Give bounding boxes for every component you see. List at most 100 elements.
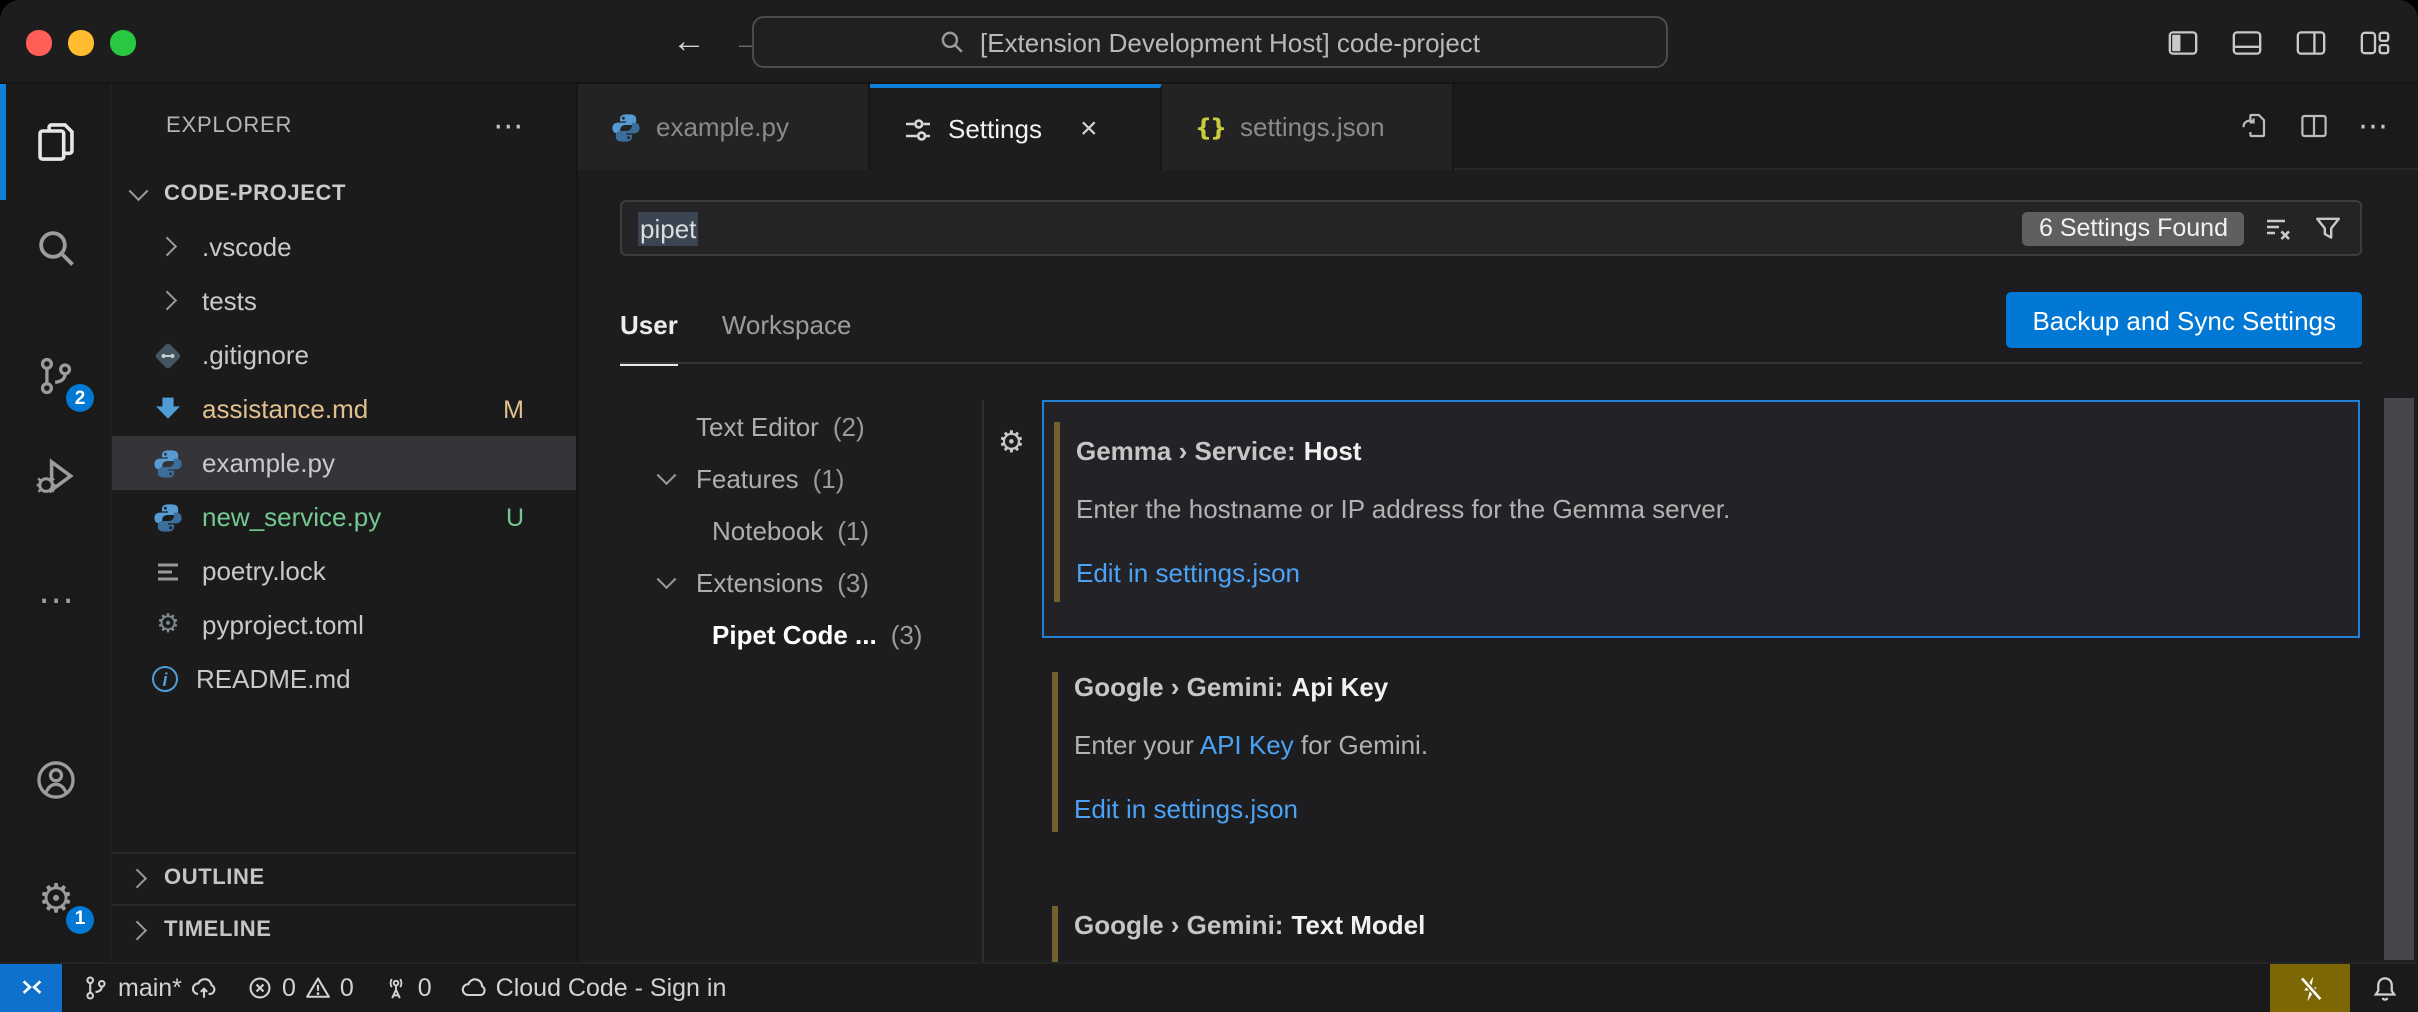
cloud-icon xyxy=(460,974,488,1002)
layout-panel-icon[interactable] xyxy=(2230,25,2264,59)
open-settings-json-icon[interactable] xyxy=(2238,110,2270,142)
chevron-down-icon xyxy=(124,179,152,207)
zoom-window-button[interactable] xyxy=(110,30,135,55)
setting-title: Gemma › Service:Host xyxy=(1076,434,1361,470)
settings-scope-row: User Workspace Backup and Sync Settings xyxy=(620,286,2362,364)
settings-search-input[interactable]: pipet 6 Settings Found xyxy=(620,200,2362,256)
file-tree: .vscodetests.gitignoreassistance.mdM exam… xyxy=(112,220,576,706)
status-screencast-toggle[interactable] xyxy=(2270,964,2350,1012)
file-row-.gitignore[interactable]: .gitignore xyxy=(112,328,576,382)
toc-item-Features[interactable]: Features (1) xyxy=(620,452,982,504)
setting-row-text-model[interactable]: Google › Gemini:Text Model xyxy=(1042,906,2360,962)
activity-item-more[interactable]: ⋯ xyxy=(0,562,112,642)
git-status-badge: U xyxy=(506,503,524,531)
settings-search-value: pipet xyxy=(638,211,698,245)
setting-category: Gemma › Service: xyxy=(1076,436,1296,466)
activity-item-explorer[interactable] xyxy=(0,101,112,181)
more-actions-icon[interactable]: ⋯ xyxy=(2358,110,2390,142)
toc-divider[interactable] xyxy=(982,400,984,962)
toc-label: Text Editor xyxy=(696,411,819,441)
status-text: 0 xyxy=(340,974,354,1002)
clear-filters-icon[interactable] xyxy=(2262,212,2294,244)
tab-settings.json[interactable]: {}settings.json xyxy=(1162,84,1454,170)
activity-item-accounts[interactable] xyxy=(0,740,112,820)
file-name: README.md xyxy=(196,664,351,694)
remote-indicator[interactable] xyxy=(0,964,62,1012)
back-arrow-icon[interactable]: ← xyxy=(672,22,706,62)
layout-customize-icon[interactable] xyxy=(2358,25,2392,59)
python-icon xyxy=(152,447,184,479)
file-row-tests[interactable]: tests xyxy=(112,274,576,328)
setting-title: Google › Gemini:Api Key xyxy=(1074,670,1388,706)
vscode-window: ← → [Extension Development Host] code-pr… xyxy=(0,0,2418,1012)
toc-item-Pipet Code ...[interactable]: Pipet Code ...(3) xyxy=(620,608,982,660)
file-row-README.md[interactable]: i README.md xyxy=(112,652,576,706)
status-ports[interactable]: 0 xyxy=(382,974,432,1002)
command-center[interactable]: [Extension Development Host] code-projec… xyxy=(751,16,1667,68)
edit-in-settings-json-link[interactable]: Edit in settings.json xyxy=(1074,792,1298,828)
file-row-assistance.md[interactable]: assistance.mdM xyxy=(112,382,576,436)
toc-label: Pipet Code ... xyxy=(712,619,877,649)
toc-count: (1) xyxy=(813,463,845,493)
filter-funnel-icon[interactable] xyxy=(2312,212,2344,244)
file-row-new_service.py[interactable]: new_service.py U xyxy=(112,490,576,544)
tab-strip: example.pySettings×{}settings.json ⋯ xyxy=(578,84,2418,170)
file-row-example.py[interactable]: example.py xyxy=(112,436,576,490)
info-icon: i xyxy=(152,666,178,692)
file-row-pyproject.toml[interactable]: ⚙pyproject.toml xyxy=(112,598,576,652)
setting-row-api-key[interactable]: Google › Gemini:Api KeyEnter your API Ke… xyxy=(1042,672,2360,832)
close-tab-icon[interactable]: × xyxy=(1080,114,1098,144)
tab-label: settings.json xyxy=(1240,112,1385,142)
tab-Settings[interactable]: Settings× xyxy=(870,84,1162,170)
tab-example.py[interactable]: example.py xyxy=(578,84,870,170)
status-git-branch-status[interactable]: main* xyxy=(82,974,218,1002)
edit-in-settings-json-link[interactable]: Edit in settings.json xyxy=(1076,556,1300,592)
python-icon xyxy=(152,501,184,533)
outline-label: OUTLINE xyxy=(164,867,265,891)
toc-label: Features xyxy=(696,463,799,493)
settings-scrollbar[interactable] xyxy=(2384,398,2414,960)
file-name: new_service.py xyxy=(202,502,381,532)
toc-item-Extensions[interactable]: Extensions(3) xyxy=(620,556,982,608)
modified-indicator xyxy=(1052,672,1058,832)
backup-sync-settings-button[interactable]: Backup and Sync Settings xyxy=(2006,292,2362,348)
status-cloud-code-signin[interactable]: Cloud Code - Sign in xyxy=(460,974,727,1002)
setting-actions-gear-icon[interactable]: ⚙ xyxy=(998,428,1025,458)
activity-item-settings[interactable]: ⚙1 xyxy=(0,857,112,937)
close-window-button[interactable] xyxy=(26,30,51,55)
layout-sidebar-right-icon[interactable] xyxy=(2294,25,2328,59)
activity-item-run-debug[interactable] xyxy=(0,435,112,515)
scope-tab-Workspace[interactable]: Workspace xyxy=(722,286,852,364)
activity-item-source-control[interactable]: 2 xyxy=(0,336,112,416)
file-name: poetry.lock xyxy=(202,556,326,586)
activity-item-search[interactable] xyxy=(0,208,112,288)
flash-off-icon xyxy=(2295,973,2325,1003)
status-notifications[interactable] xyxy=(2350,964,2418,1012)
toc-item-Notebook[interactable]: Notebook(1) xyxy=(620,504,982,556)
ellipsis-icon: ⋯ xyxy=(34,580,78,624)
setting-row-host[interactable]: Gemma › Service:Host Enter the hostname o… xyxy=(1042,400,2360,638)
chevron-right-icon xyxy=(152,233,184,261)
folder-section-header[interactable]: CODE-PROJECT xyxy=(112,166,576,220)
timeline-section[interactable]: TIMELINE xyxy=(112,903,576,954)
layout-sidebar-left-icon[interactable] xyxy=(2166,25,2200,59)
toc-item-Text Editor[interactable]: Text Editor(2) xyxy=(620,400,982,452)
status-problems[interactable]: 00 xyxy=(246,974,354,1002)
inline-link[interactable]: API Key xyxy=(1200,730,1294,760)
activity-bar: 2 ⋯ ⚙1 xyxy=(0,84,112,962)
split-editor-icon[interactable] xyxy=(2298,110,2330,142)
file-name: assistance.md xyxy=(202,394,368,424)
scope-tab-User[interactable]: User xyxy=(620,286,678,364)
setting-name: Api Key xyxy=(1291,672,1388,702)
file-name: example.py xyxy=(202,448,335,478)
file-row-.vscode[interactable]: .vscode xyxy=(112,220,576,274)
modified-indicator xyxy=(1054,422,1060,602)
explorer-more-actions-icon[interactable]: ⋯ xyxy=(493,108,524,144)
file-row-poetry.lock[interactable]: poetry.lock xyxy=(112,544,576,598)
titlebar: ← → [Extension Development Host] code-pr… xyxy=(0,0,2418,84)
status-text: 0 xyxy=(418,974,432,1002)
setting-description: Enter the hostname or IP address for the… xyxy=(1076,492,1730,528)
outline-section[interactable]: OUTLINE xyxy=(112,852,576,903)
gear-file-icon: ⚙ xyxy=(152,609,184,641)
minimize-window-button[interactable] xyxy=(68,30,93,55)
